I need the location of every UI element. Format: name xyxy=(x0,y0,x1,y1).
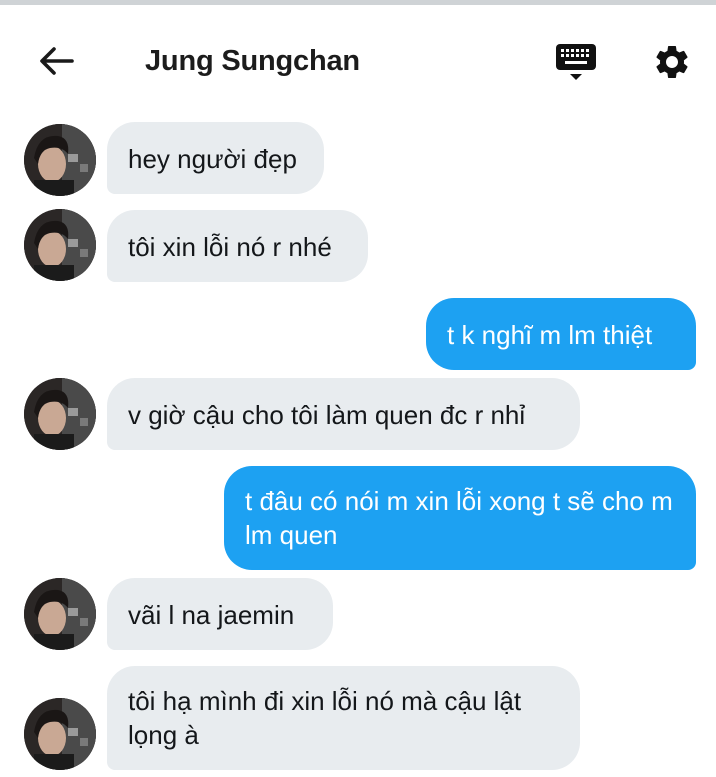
conversation-header: Jung Sungchan xyxy=(0,5,716,113)
avatar[interactable] xyxy=(24,209,96,281)
back-button[interactable] xyxy=(32,41,80,85)
avatar[interactable] xyxy=(24,578,96,650)
keyboard-button[interactable] xyxy=(550,39,602,89)
gear-icon xyxy=(652,42,692,87)
message-bubble[interactable]: t k nghĩ m lm thiệt xyxy=(426,298,696,370)
keyboard-icon xyxy=(555,42,597,87)
message-bubble[interactable]: v giờ cậu cho tôi làm quen đc r nhỉ xyxy=(107,378,580,450)
settings-button[interactable] xyxy=(646,39,698,89)
message-bubble[interactable]: hey người đẹp xyxy=(107,122,324,194)
message-bubble[interactable]: tôi xin lỗi nó r nhé xyxy=(107,210,368,282)
message-text: t k nghĩ m lm thiệt xyxy=(447,320,653,350)
message-bubble[interactable]: t đâu có nói m xin lỗi xong t sẽ cho m l… xyxy=(224,466,696,570)
message-text: t đâu có nói m xin lỗi xong t sẽ cho m l… xyxy=(245,486,673,550)
avatar[interactable] xyxy=(24,698,96,770)
message-text: hey người đẹp xyxy=(128,144,297,174)
avatar[interactable] xyxy=(24,124,96,196)
message-bubble[interactable]: vãi l na jaemin xyxy=(107,578,333,650)
avatar[interactable] xyxy=(24,378,96,450)
arrow-left-icon xyxy=(38,45,74,82)
message-text: tôi hạ mình đi xin lỗi nó mà cậu lật lọn… xyxy=(128,686,522,750)
message-text: v giờ cậu cho tôi làm quen đc r nhỉ xyxy=(128,400,526,430)
message-text: vãi l na jaemin xyxy=(128,600,295,630)
conversation-title: Jung Sungchan xyxy=(145,45,360,77)
message-bubble[interactable]: tôi hạ mình đi xin lỗi nó mà cậu lật lọn… xyxy=(107,666,580,770)
message-text: tôi xin lỗi nó r nhé xyxy=(128,232,332,262)
